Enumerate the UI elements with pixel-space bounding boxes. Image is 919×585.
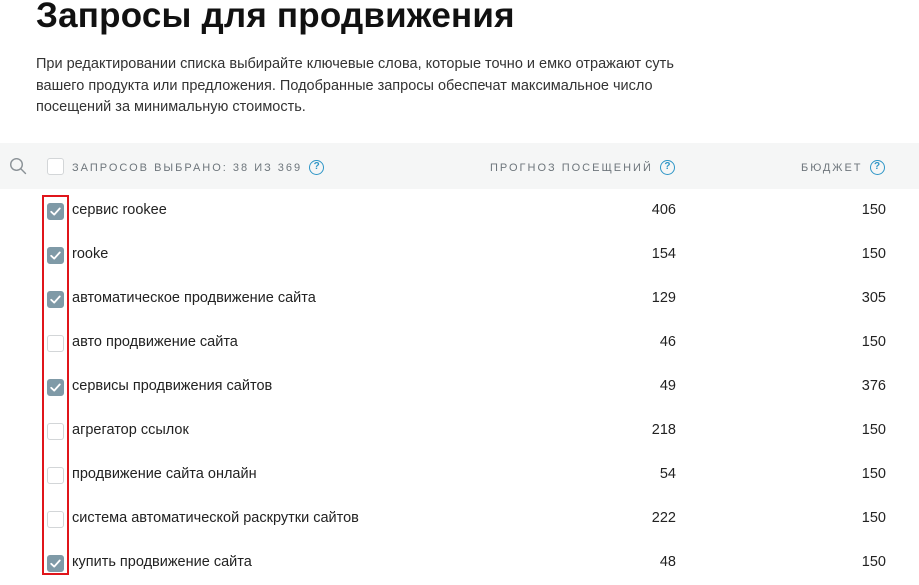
forecast-column-header: Прогноз посещений ? bbox=[490, 160, 675, 175]
search-icon[interactable] bbox=[9, 157, 27, 175]
row-checkbox[interactable] bbox=[47, 203, 64, 220]
query-text: rooke bbox=[72, 246, 109, 262]
query-text: сервис rookee bbox=[72, 202, 167, 218]
budget-column-label: Бюджет bbox=[801, 161, 863, 174]
table-row[interactable]: сервис rookee 406 150 bbox=[0, 189, 919, 233]
forecast-value: 46 bbox=[659, 334, 676, 350]
budget-value: 150 bbox=[861, 466, 886, 482]
budget-value: 150 bbox=[861, 554, 886, 570]
query-text: агрегатор ссылок bbox=[72, 422, 189, 438]
query-text: авто продвижение сайта bbox=[72, 334, 238, 350]
checkmark-icon bbox=[50, 559, 61, 568]
forecast-value: 48 bbox=[659, 554, 676, 570]
budget-value: 305 bbox=[861, 290, 886, 306]
forecast-value: 218 bbox=[651, 422, 676, 438]
forecast-value: 129 bbox=[651, 290, 676, 306]
table-row[interactable]: авто продвижение сайта 46 150 bbox=[0, 321, 919, 365]
row-checkbox[interactable] bbox=[47, 335, 64, 352]
budget-value: 150 bbox=[861, 246, 886, 262]
table-row[interactable]: купить продвижение сайта 48 150 bbox=[0, 541, 919, 585]
checkmark-icon bbox=[50, 383, 61, 392]
select-all-checkbox[interactable] bbox=[47, 158, 64, 175]
help-icon[interactable]: ? bbox=[309, 160, 325, 175]
row-checkbox[interactable] bbox=[47, 379, 64, 396]
row-checkbox[interactable] bbox=[47, 467, 64, 484]
budget-value: 150 bbox=[861, 510, 886, 526]
help-icon[interactable]: ? bbox=[869, 160, 885, 175]
query-text: сервисы продвижения сайтов bbox=[72, 378, 273, 394]
forecast-value: 49 bbox=[659, 378, 676, 394]
budget-value: 376 bbox=[861, 378, 886, 394]
checkmark-icon bbox=[50, 207, 61, 216]
table-row[interactable]: rooke 154 150 bbox=[0, 233, 919, 277]
table-row[interactable]: продвижение сайта онлайн 54 150 bbox=[0, 453, 919, 497]
query-text: купить продвижение сайта bbox=[72, 554, 252, 570]
forecast-value: 54 bbox=[659, 466, 676, 482]
budget-value: 150 bbox=[861, 202, 886, 218]
budget-value: 150 bbox=[861, 334, 886, 350]
row-checkbox[interactable] bbox=[47, 291, 64, 308]
page-description: При редактировании списка выбирайте ключ… bbox=[36, 56, 674, 115]
forecast-value: 154 bbox=[651, 246, 676, 262]
selected-count-header: Запросов выбрано: 38 из 369 ? bbox=[72, 160, 325, 175]
forecast-column-label: Прогноз посещений bbox=[490, 161, 653, 174]
page-title: Запросы для продвижения bbox=[36, 0, 515, 35]
row-checkbox[interactable] bbox=[47, 423, 64, 440]
query-text: автоматическое продвижение сайта bbox=[72, 290, 316, 306]
table-row[interactable]: автоматическое продвижение сайта 129 305 bbox=[0, 277, 919, 321]
selected-count-label: Запросов выбрано: 38 из 369 bbox=[72, 161, 303, 174]
help-icon[interactable]: ? bbox=[659, 160, 675, 175]
table-row[interactable]: агрегатор ссылок 218 150 bbox=[0, 409, 919, 453]
table-row[interactable]: система автоматической раскрутки сайтов … bbox=[0, 497, 919, 541]
row-checkbox[interactable] bbox=[47, 247, 64, 264]
budget-value: 150 bbox=[861, 422, 886, 438]
forecast-value: 222 bbox=[651, 510, 676, 526]
table-row[interactable]: сервисы продвижения сайтов 49 376 bbox=[0, 365, 919, 409]
row-checkbox[interactable] bbox=[47, 511, 64, 528]
checkmark-icon bbox=[50, 295, 61, 304]
forecast-value: 406 bbox=[651, 202, 676, 218]
checkmark-icon bbox=[50, 251, 61, 260]
budget-column-header: Бюджет ? bbox=[801, 160, 885, 175]
row-checkbox[interactable] bbox=[47, 555, 64, 572]
query-text: продвижение сайта онлайн bbox=[72, 466, 257, 482]
query-text: система автоматической раскрутки сайтов bbox=[72, 510, 359, 526]
